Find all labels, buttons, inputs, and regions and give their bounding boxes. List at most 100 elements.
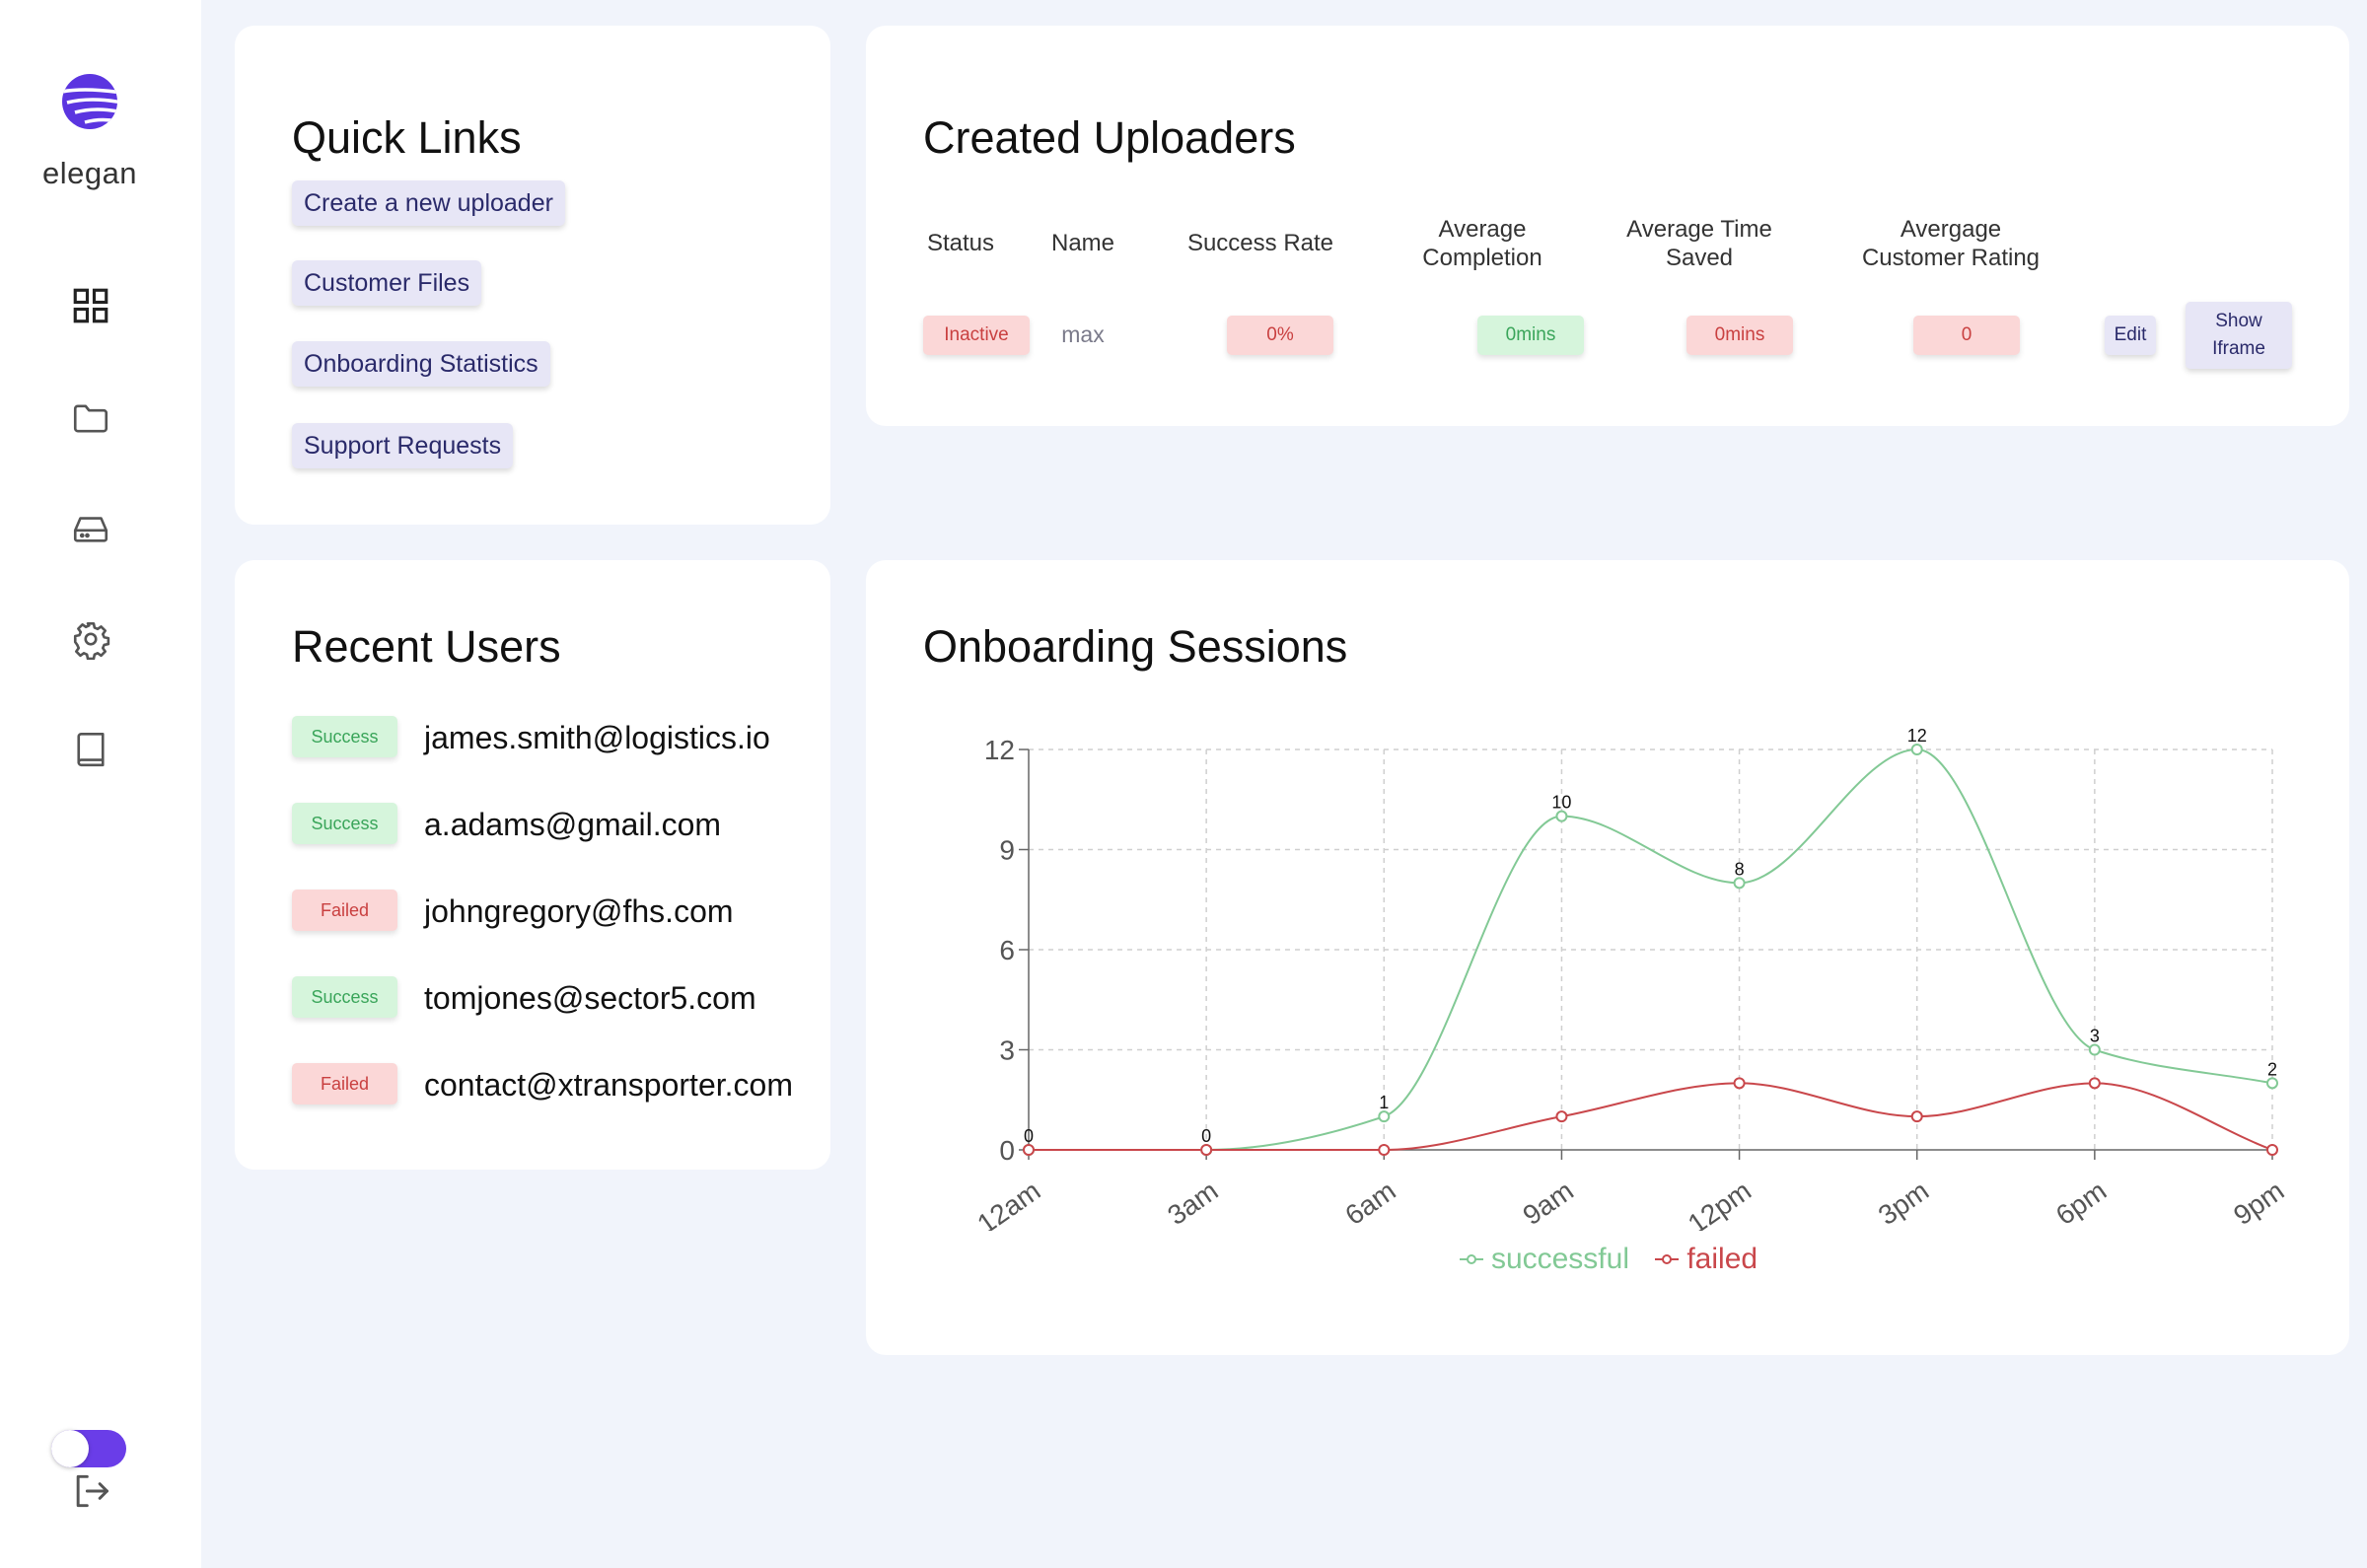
data-point-failed[interactable] — [1910, 1110, 1923, 1123]
x-tick-label: 9am — [1517, 1176, 1578, 1231]
data-point-successful[interactable] — [1555, 810, 1568, 822]
x-tick-label: 12am — [971, 1176, 1045, 1231]
nav-settings[interactable] — [65, 613, 116, 665]
data-point-failed[interactable] — [1555, 1110, 1568, 1123]
data-label: 0 — [1024, 1126, 1034, 1146]
show-iframe-label-1: Show — [2215, 311, 2262, 331]
quick-links-title: Quick Links — [292, 112, 522, 163]
folder-icon — [73, 404, 108, 433]
logout-icon[interactable] — [69, 1469, 112, 1513]
series-line-failed — [1029, 1082, 2273, 1151]
avg-rating-badge: 0 — [1913, 316, 2020, 355]
nav-storage[interactable] — [65, 503, 116, 554]
header-avg-rating-line1: Avergage — [1900, 216, 2002, 243]
data-label: 8 — [1735, 859, 1745, 879]
gear-icon — [73, 621, 110, 660]
user-email: johngregory@fhs.com — [424, 893, 734, 929]
data-point-successful[interactable] — [1910, 744, 1923, 755]
user-email: a.adams@gmail.com — [424, 807, 722, 842]
data-point-failed[interactable] — [1200, 1144, 1213, 1156]
brand-name: elegan — [41, 156, 138, 190]
legend-failed-icon — [1655, 1254, 1680, 1264]
create-uploader-link[interactable]: Create a new uploader — [292, 180, 565, 226]
user-email: contact@xtransporter.com — [424, 1067, 793, 1103]
legend-successful-icon — [1459, 1254, 1483, 1264]
uploader-name: max — [1061, 321, 1105, 347]
brand-logo-icon — [62, 74, 117, 129]
data-label: 3 — [2090, 1027, 2100, 1046]
header-avg-time-line1: Average Time — [1626, 216, 1772, 243]
data-point-successful[interactable] — [2088, 1043, 2101, 1056]
user-email: james.smith@logistics.io — [424, 720, 770, 755]
header-avg-rating-line2: Customer Rating — [1861, 245, 2041, 271]
book-icon — [77, 732, 105, 767]
edit-button[interactable]: Edit — [2105, 316, 2156, 355]
uploaders-title: Created Uploaders — [923, 112, 1296, 163]
chart-legend: successful failed — [866, 1241, 2349, 1276]
dashboard-icon — [73, 288, 108, 323]
nav-dashboard[interactable] — [65, 280, 116, 331]
data-label: 2 — [2267, 1059, 2277, 1079]
status-badge: Success — [292, 976, 397, 1018]
header-avg-rating: Avergage Customer Rating — [1852, 215, 2049, 272]
header-avg-completion-line1: Average — [1438, 216, 1527, 243]
data-label: 0 — [1201, 1126, 1211, 1146]
data-point-successful[interactable] — [2266, 1077, 2278, 1090]
legend-label-successful: successful — [1490, 1243, 1629, 1275]
avg-completion-badge: 0mins — [1477, 316, 1584, 355]
x-tick-label: 12pm — [1683, 1176, 1757, 1231]
y-tick-label: 6 — [999, 935, 1015, 965]
header-name: Name — [1050, 230, 1115, 256]
recent-users-title: Recent Users — [292, 621, 561, 672]
data-point-successful[interactable] — [1733, 877, 1746, 890]
x-tick-label: 3am — [1162, 1176, 1223, 1231]
show-iframe-label-2: Iframe — [2212, 338, 2265, 359]
sessions-chart: 03691212am 3am 6am 9am 12pm 3pm 6pm 9pm0 0110812… — [971, 726, 2289, 1231]
status-badge: Success — [292, 803, 397, 844]
y-tick-label: 12 — [984, 735, 1015, 765]
x-tick-label: 9pm — [2228, 1176, 2289, 1231]
sidebar: elegan — [0, 0, 201, 1568]
legend-item-successful[interactable]: successful — [1458, 1243, 1629, 1276]
status-badge: Inactive — [923, 316, 1030, 355]
header-avg-completion: Average Completion — [1389, 215, 1576, 272]
data-point-failed[interactable] — [2266, 1144, 2278, 1156]
header-avg-completion-line2: Completion — [1422, 245, 1542, 271]
drive-icon — [73, 517, 108, 542]
data-point-failed[interactable] — [1733, 1077, 1746, 1090]
avg-time-saved-badge: 0mins — [1686, 316, 1793, 355]
customer-files-link[interactable]: Customer Files — [292, 260, 482, 306]
header-avg-time-saved: Average Time Saved — [1606, 215, 1793, 272]
x-tick-label: 3pm — [1873, 1176, 1934, 1231]
y-tick-label: 9 — [999, 835, 1015, 866]
support-requests-link[interactable]: Support Requests — [292, 423, 514, 468]
y-tick-label: 0 — [999, 1135, 1015, 1166]
recent-users-card: Recent Users Success james.smith@logisti… — [235, 560, 830, 1170]
success-rate-badge: 0% — [1227, 316, 1333, 355]
created-uploaders-card: Created Uploaders Status Name Success Ra… — [866, 26, 2349, 426]
data-point-failed[interactable] — [1023, 1144, 1035, 1156]
onboarding-sessions-card: Onboarding Sessions 0 3 6 9 12 12am 3am 6am 9am 1… — [866, 560, 2349, 1355]
nav-files[interactable] — [65, 392, 116, 444]
theme-toggle[interactable] — [51, 1430, 126, 1467]
y-tick-label: 3 — [999, 1035, 1015, 1066]
data-point-successful[interactable] — [1378, 1110, 1391, 1123]
data-point-failed[interactable] — [2088, 1077, 2101, 1090]
header-status: Status — [926, 230, 995, 256]
data-label: 10 — [1551, 793, 1571, 813]
toggle-knob — [51, 1430, 89, 1467]
data-label: 1 — [1379, 1093, 1389, 1112]
status-badge: Success — [292, 716, 397, 757]
header-success-rate: Success Rate — [1186, 230, 1334, 256]
status-badge: Failed — [292, 890, 397, 931]
user-email: tomjones@sector5.com — [424, 980, 756, 1016]
legend-item-failed[interactable]: failed — [1653, 1243, 1757, 1276]
show-iframe-button[interactable]: Show Iframe — [2186, 302, 2292, 369]
legend-label-failed: failed — [1686, 1243, 1758, 1275]
status-badge: Failed — [292, 1063, 397, 1105]
data-label: 12 — [1907, 726, 1927, 746]
x-tick-label: 6am — [1339, 1176, 1400, 1231]
onboarding-statistics-link[interactable]: Onboarding Statistics — [292, 341, 550, 387]
data-point-failed[interactable] — [1378, 1144, 1391, 1156]
nav-docs[interactable] — [65, 724, 116, 775]
